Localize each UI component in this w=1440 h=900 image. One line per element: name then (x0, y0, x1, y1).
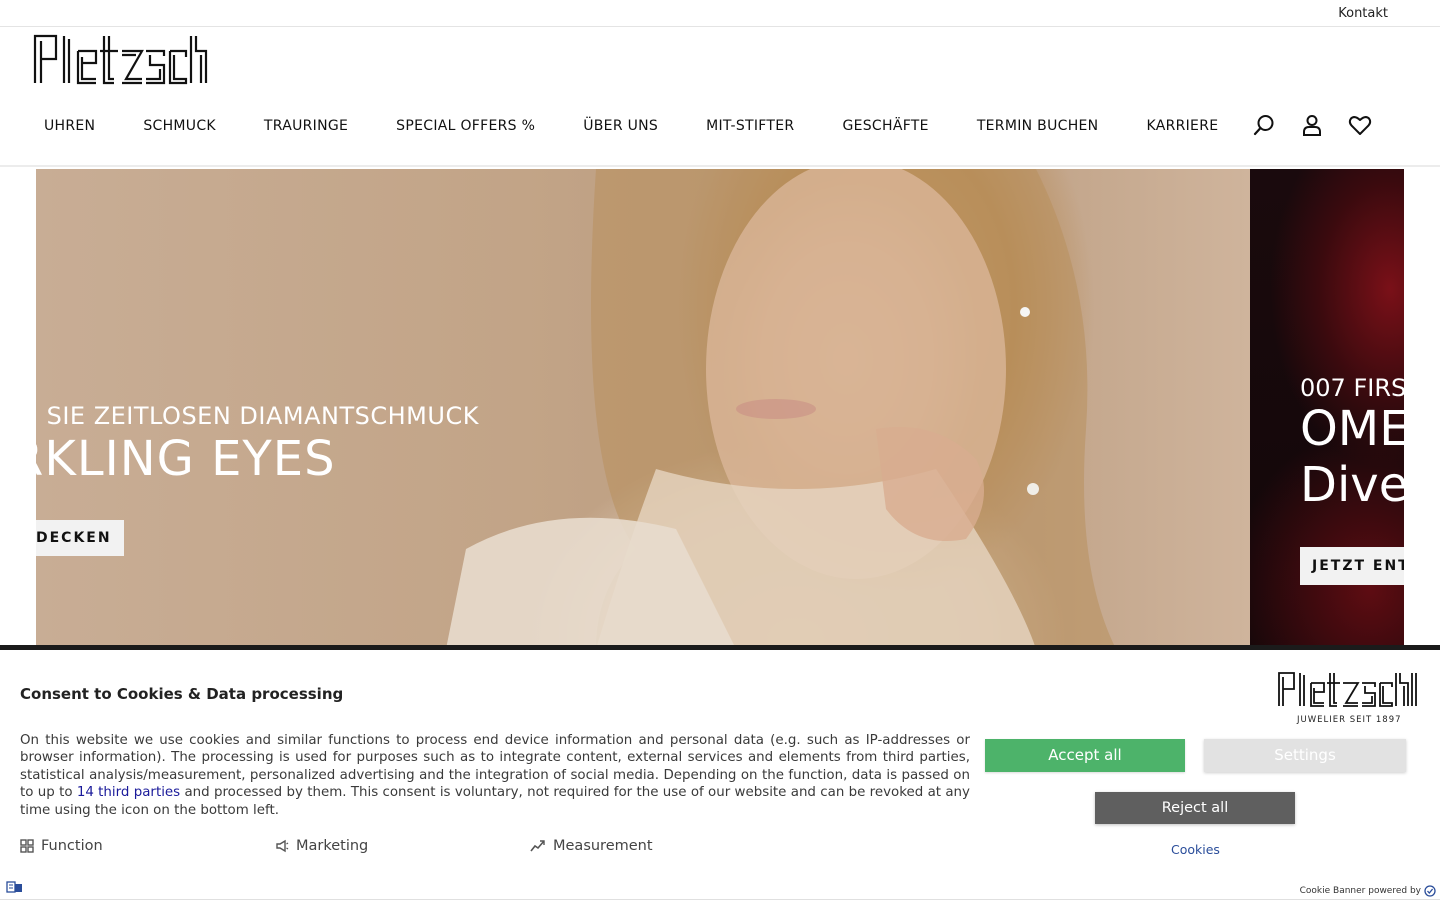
cookie-settings-icon (6, 881, 22, 893)
hero-slider[interactable]: N SIE ZEITLOSEN DIAMANTSCHMUCK RKLING EY… (36, 169, 1404, 649)
nav-item-special-offers[interactable]: SPECIAL OFFERS % (372, 118, 559, 134)
accept-all-button[interactable]: Accept all (985, 739, 1185, 772)
nav-item-geschaefte[interactable]: GESCHÄFTE (818, 118, 952, 134)
category-function-label: Function (41, 838, 103, 854)
hero-slide-omega[interactable]: 007 FIRS OME Dive JETZT ENT (1250, 169, 1404, 649)
cookie-categories: Function Marketing Measurement (20, 838, 653, 854)
category-function[interactable]: Function (20, 838, 275, 854)
nav-item-mit-stifter[interactable]: MIT-STIFTER (682, 118, 818, 134)
search-icon[interactable] (1252, 113, 1276, 137)
category-marketing[interactable]: Marketing (275, 838, 530, 854)
category-marketing-label: Marketing (296, 838, 369, 854)
function-icon (20, 839, 34, 853)
cookie-consent-banner: Consent to Cookies & Data processing On … (0, 645, 1440, 900)
hero-slide1-subtitle: N SIE ZEITLOSEN DIAMANTSCHMUCK (36, 402, 479, 430)
nav-item-karriere[interactable]: KARRIERE (1122, 118, 1242, 134)
third-parties-link[interactable]: 14 third parties (77, 785, 180, 800)
cookie-banner-description: On this website we use cookies and simil… (20, 732, 970, 819)
nav-item-ueber-uns[interactable]: ÜBER UNS (559, 118, 682, 134)
header-actions (1252, 113, 1372, 137)
cookie-banner-logo: JUWELIER SEIT 1897 (1278, 672, 1417, 725)
powered-by[interactable]: Cookie Banner powered by (1300, 885, 1436, 897)
cookie-logo-tagline: JUWELIER SEIT 1897 (1296, 715, 1402, 725)
powered-by-text: Cookie Banner powered by (1299, 886, 1421, 896)
brand-logo[interactable] (32, 33, 208, 85)
reject-all-button[interactable]: Reject all (1095, 792, 1295, 824)
checkmark-shield-icon (1424, 885, 1436, 897)
hero-slide2-headline-line2: Dive (1300, 457, 1404, 513)
site-header: UHREN SCHMUCK TRAURINGE SPECIAL OFFERS %… (0, 27, 1440, 167)
top-utility-bar: Kontakt (0, 0, 1440, 27)
nav-item-uhren[interactable]: UHREN (20, 118, 119, 134)
user-icon[interactable] (1300, 113, 1324, 137)
megaphone-icon (276, 839, 289, 853)
chart-line-icon (530, 840, 545, 852)
nav-item-trauringe[interactable]: TRAURINGE (240, 118, 372, 134)
cookie-banner-title: Consent to Cookies & Data processing (20, 685, 344, 703)
nav-item-termin-buchen[interactable]: TERMIN BUCHEN (953, 118, 1123, 134)
nav-item-schmuck[interactable]: SCHMUCK (119, 118, 240, 134)
hero-slide2-headline-line1: OME (1300, 401, 1404, 457)
category-measurement-label: Measurement (553, 838, 653, 854)
hero-slide2-cta-button[interactable]: JETZT ENT (1300, 547, 1404, 585)
hero-slide2-subtitle: 007 FIRS (1300, 374, 1404, 402)
hero-slide-diamonds[interactable]: N SIE ZEITLOSEN DIAMANTSCHMUCK RKLING EY… (36, 169, 1250, 649)
hero-slide1-cta-button[interactable]: DECKEN (36, 520, 124, 556)
main-navigation: UHREN SCHMUCK TRAURINGE SPECIAL OFFERS %… (20, 112, 1242, 140)
heart-icon[interactable] (1348, 113, 1372, 137)
category-measurement[interactable]: Measurement (530, 838, 653, 854)
hero-slide1-headline: RKLING EYES (36, 431, 336, 487)
contact-link[interactable]: Kontakt (1338, 6, 1388, 21)
cookies-link[interactable]: Cookies (1171, 842, 1220, 857)
settings-button[interactable]: Settings (1204, 739, 1406, 772)
cookie-settings-floating-icon[interactable] (6, 879, 24, 893)
